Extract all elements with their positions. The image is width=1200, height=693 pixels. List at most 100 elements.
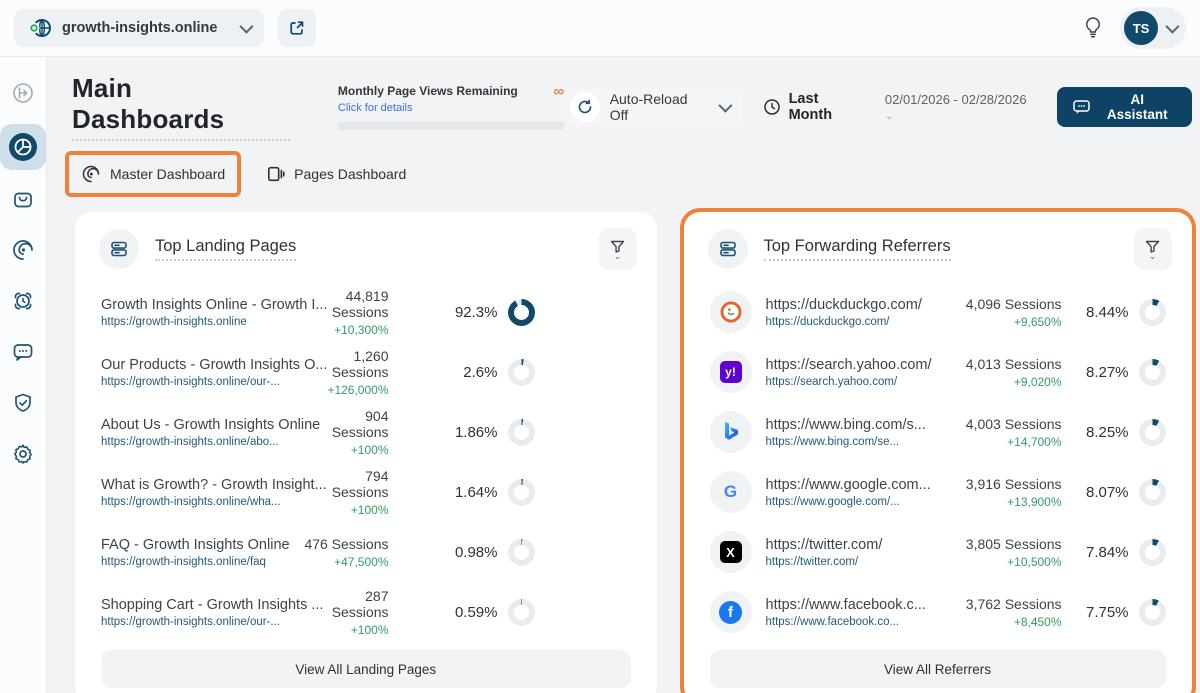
share-donut-chart <box>1139 479 1166 506</box>
auto-reload-dropdown[interactable]: Auto-Reload Off <box>564 87 743 127</box>
row-url[interactable]: https://search.yahoo.com/ <box>766 376 932 388</box>
page-views-details-link[interactable]: Click for details <box>338 102 413 114</box>
sidebar-item-expand-panel[interactable] <box>3 73 43 113</box>
period-label: Last Month <box>789 91 865 123</box>
row-title: https://www.bing.com/s... <box>766 417 932 433</box>
row-url[interactable]: https://growth-insights.online/wha... <box>101 496 327 508</box>
page-views-label: Monthly Page Views Remaining <box>338 84 518 98</box>
view-all-referrers-button[interactable]: View All Referrers <box>710 650 1166 688</box>
date-range[interactable]: 02/01/2026 - 02/28/2026 ⌄ <box>885 92 1037 122</box>
row-url[interactable]: https://growth-insights.online <box>101 316 327 328</box>
list-item[interactable]: https://duckduckgo.com/ https://duckduck… <box>710 282 1166 342</box>
expand-panel-icon <box>11 81 35 105</box>
list-item[interactable]: X https://twitter.com/ https://twitter.c… <box>710 522 1166 582</box>
top-forwarding-referrers-card: Top Forwarding Referrers ⌄ https://duckd… <box>684 212 1192 693</box>
row-sessions: 4,003 Sessions <box>932 416 1062 432</box>
list-item[interactable]: f https://www.facebook.c... https://www.… <box>710 582 1166 642</box>
row-url[interactable]: https://twitter.com/ <box>766 556 932 568</box>
sidebar-item-settings[interactable] <box>3 434 43 474</box>
row-url[interactable]: https://growth-insights.online/our-... <box>101 376 327 388</box>
row-url[interactable]: https://www.facebook.co... <box>766 616 932 628</box>
sidebar-item-ecommerce[interactable] <box>3 179 43 219</box>
list-item[interactable]: Shopping Cart - Growth Insights ... http… <box>101 582 631 642</box>
share-donut-chart <box>508 419 535 446</box>
row-sessions: 476 Sessions <box>290 536 389 552</box>
share-donut-chart <box>508 359 535 386</box>
google-favicon-icon: G <box>710 471 752 513</box>
chevron-down-icon <box>239 20 253 34</box>
row-sessions: 287 Sessions <box>323 588 388 620</box>
row-title: Shopping Cart - Growth Insights ... <box>101 597 323 613</box>
spiral-icon <box>81 164 101 184</box>
row-url[interactable]: https://duckduckgo.com/ <box>766 316 932 328</box>
share-donut-chart <box>508 299 535 326</box>
dashboards-icon <box>5 129 41 165</box>
row-share-percent: 2.6% <box>463 364 497 381</box>
chevron-down-icon: ⌄ <box>885 111 893 122</box>
tab-pages-dashboard[interactable]: Pages Dashboard <box>255 156 418 192</box>
row-url[interactable]: https://www.bing.com/se... <box>766 436 932 448</box>
filter-button[interactable]: ⌄ <box>599 228 637 270</box>
sidebar-item-session-recordings[interactable] <box>3 281 43 321</box>
sidebar-item-competition[interactable] <box>3 230 43 270</box>
list-item[interactable]: Growth Insights Online - Growth I... htt… <box>101 282 631 342</box>
facebook-favicon-icon: f <box>710 591 752 633</box>
bing-favicon-icon <box>710 411 752 453</box>
row-share-percent: 8.44% <box>1086 304 1129 321</box>
ai-assistant-button[interactable]: AI Assistant <box>1057 87 1192 127</box>
privacy-shield-icon <box>11 391 35 415</box>
infinity-value: ∞ <box>553 84 564 99</box>
list-server-icon <box>708 229 748 269</box>
session-recording-icon <box>11 289 35 313</box>
sidebar-item-feedback[interactable] <box>3 332 43 372</box>
row-title: What is Growth? - Growth Insight... <box>101 477 327 493</box>
card-title: Top Landing Pages <box>155 237 296 261</box>
row-url[interactable]: https://www.google.com/... <box>766 496 932 508</box>
sidebar-item-dashboards[interactable] <box>0 124 46 170</box>
row-sessions: 4,096 Sessions <box>932 296 1062 312</box>
share-donut-chart <box>1139 599 1166 626</box>
list-item[interactable]: What is Growth? - Growth Insight... http… <box>101 462 631 522</box>
list-item[interactable]: https://www.bing.com/s... https://www.bi… <box>710 402 1166 462</box>
list-item[interactable]: FAQ - Growth Insights Online https://gro… <box>101 522 631 582</box>
ecommerce-bag-icon <box>11 187 35 211</box>
list-item[interactable]: About Us - Growth Insights Online https:… <box>101 402 631 462</box>
row-change-badge: +100% <box>327 503 389 517</box>
tab-label: Master Dashboard <box>110 166 225 182</box>
filter-button[interactable]: ⌄ <box>1134 228 1172 270</box>
sidebar <box>0 57 47 693</box>
row-sessions: 3,762 Sessions <box>932 596 1062 612</box>
row-change-badge: +126,000% <box>327 383 388 397</box>
row-url[interactable]: https://growth-insights.online/our-... <box>101 616 323 628</box>
ai-assistant-label: AI Assistant <box>1099 92 1176 122</box>
spiral-icon <box>11 238 35 262</box>
share-donut-chart <box>1139 539 1166 566</box>
tab-master-dashboard[interactable]: Master Dashboard <box>65 151 241 197</box>
list-item[interactable]: y! https://search.yahoo.com/ https://sea… <box>710 342 1166 402</box>
row-title: https://www.google.com... <box>766 477 932 493</box>
website-selector[interactable]: growth-insights.online <box>14 9 264 47</box>
row-share-percent: 8.25% <box>1086 424 1129 441</box>
row-sessions: 904 Sessions <box>320 408 388 440</box>
list-item[interactable]: Our Products - Growth Insights O... http… <box>101 342 631 402</box>
user-menu[interactable]: TS <box>1120 7 1186 49</box>
row-url[interactable]: https://growth-insights.online/abo... <box>101 436 320 448</box>
row-share-percent: 92.3% <box>455 304 498 321</box>
sidebar-item-privacy[interactable] <box>3 383 43 423</box>
chat-icon <box>1073 100 1090 115</box>
row-sessions: 3,916 Sessions <box>932 476 1062 492</box>
dashboard-tabs: Master Dashboard Pages Dashboard <box>47 141 1200 197</box>
tab-label: Pages Dashboard <box>294 166 406 182</box>
chevron-down-icon <box>1165 20 1179 34</box>
open-website-button[interactable] <box>278 9 316 47</box>
row-url[interactable]: https://growth-insights.online/faq <box>101 556 290 568</box>
share-donut-chart <box>1139 359 1166 386</box>
lightbulb-icon[interactable] <box>1082 16 1104 40</box>
view-all-landing-pages-button[interactable]: View All Landing Pages <box>101 650 631 688</box>
page-header: Main Dashboards Monthly Page Views Remai… <box>47 57 1200 141</box>
cards-area: Top Landing Pages ⌄ Growth Insights Onli… <box>47 197 1200 693</box>
row-list: https://duckduckgo.com/ https://duckduck… <box>684 276 1192 642</box>
chevron-down-icon <box>718 99 732 113</box>
period-selector[interactable]: Last Month <box>763 91 865 123</box>
list-item[interactable]: G https://www.google.com... https://www.… <box>710 462 1166 522</box>
